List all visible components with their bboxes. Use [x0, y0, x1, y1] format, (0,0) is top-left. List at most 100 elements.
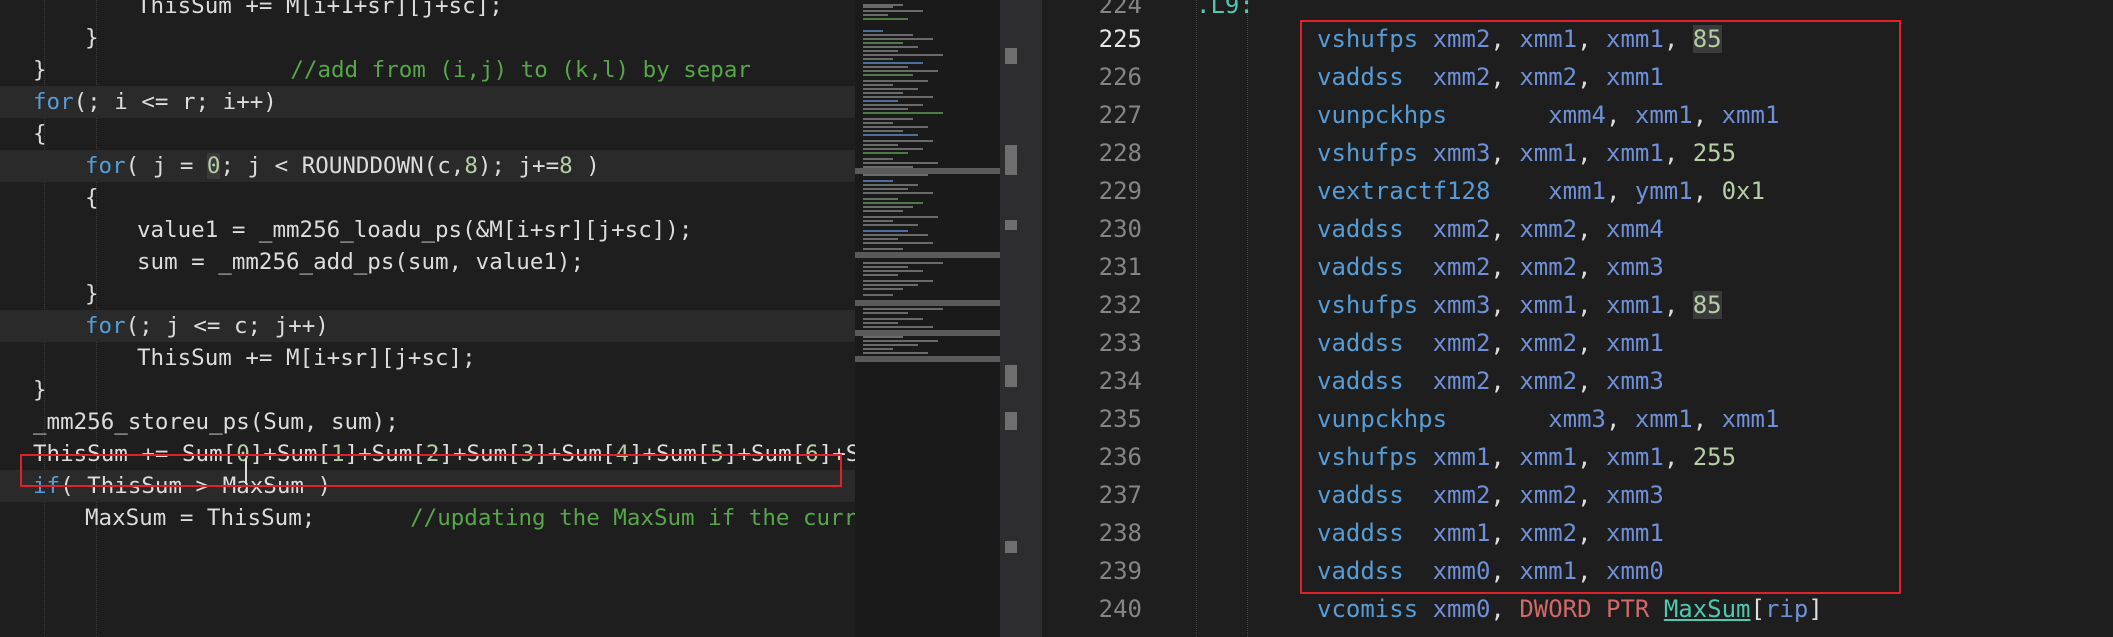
minimap-line [863, 230, 908, 232]
scrollbar-marker[interactable] [1005, 365, 1017, 387]
minimap-line [863, 54, 943, 56]
scrollbar-thumb[interactable] [1005, 145, 1017, 175]
line-number: 233 [1098, 329, 1142, 357]
minimap-line [863, 6, 893, 8]
line-number: 239 [1098, 557, 1142, 585]
minimap-line [863, 38, 933, 40]
minimap-line [863, 50, 898, 52]
line-number: 229 [1098, 177, 1142, 205]
code-token: for [85, 153, 126, 179]
asm-token: ] [1808, 595, 1823, 623]
source-line[interactable]: { [0, 182, 855, 214]
code-token: sum = _mm256_add_ps(sum, value1); [137, 249, 585, 275]
asm-label: .L9: [1196, 0, 1254, 19]
minimap-line [863, 206, 913, 208]
line-number: 227 [1098, 101, 1142, 129]
minimap-line [863, 162, 938, 164]
line-number: 231 [1098, 253, 1142, 281]
code-token: { [33, 121, 47, 147]
asm-token: xmm0 [1418, 595, 1491, 623]
minimap-line [863, 274, 898, 276]
minimap-line [863, 192, 933, 194]
minimap-line [863, 248, 903, 250]
code-token: } [85, 281, 99, 307]
minimap-line [863, 266, 908, 268]
minimap-highlight [855, 168, 1000, 174]
code-token: } [33, 57, 47, 83]
minimap-highlight [855, 300, 1000, 306]
source-line[interactable]: MaxSum = ThisSum; //updating the MaxSum … [0, 502, 855, 534]
minimap-line [863, 10, 923, 12]
source-line[interactable]: } [0, 278, 855, 310]
line-number: 236 [1098, 443, 1142, 471]
minimap-line [863, 30, 883, 32]
source-line[interactable]: for( j = 0; j < ROUNDDOWN(c,8); j+=8 ) [0, 150, 855, 182]
highlighted-source-line [20, 454, 842, 487]
minimap-line [863, 42, 903, 44]
minimap-line [863, 152, 908, 154]
minimap-line [863, 234, 928, 236]
minimap-line [863, 122, 893, 124]
source-editor[interactable]: ThisSum += M[i+1+sr][j+sc];}} //add from… [0, 0, 855, 637]
source-line[interactable]: for(; j <= c; j++) [0, 310, 855, 342]
minimap-line [863, 224, 918, 226]
minimap-line [863, 96, 933, 98]
text-caret [245, 458, 247, 484]
scrollbar-marker[interactable] [1005, 220, 1017, 230]
asm-token: rip [1764, 595, 1809, 623]
minimap-line [863, 104, 923, 106]
line-number: 225 [1098, 25, 1142, 53]
scrollbar-marker[interactable] [1005, 412, 1017, 430]
line-number: 240 [1098, 595, 1142, 623]
minimap-line [863, 344, 918, 346]
minimap-line [863, 210, 903, 212]
code-token: ; j < ROUNDDOWN(c, [220, 153, 465, 179]
minimap-line [863, 92, 903, 94]
minimap-line [863, 184, 918, 186]
code-token: ); j+= [477, 153, 560, 179]
minimap-line [863, 112, 943, 114]
minimap-line [863, 262, 943, 264]
minimap-line [863, 242, 933, 244]
code-token: 8 [559, 153, 573, 179]
minimap-line [863, 318, 923, 320]
code-token: ( j = [125, 153, 207, 179]
line-number: 228 [1098, 139, 1142, 167]
source-line[interactable]: ThisSum += M[i+1+sr][j+sc]; [0, 0, 855, 22]
scrollbar-marker[interactable] [1005, 541, 1017, 553]
source-line[interactable]: } [0, 22, 855, 54]
code-token: (; i <= r; i++) [73, 89, 277, 115]
minimap-line [863, 326, 933, 328]
source-line[interactable]: { [0, 118, 855, 150]
source-line[interactable]: } [0, 374, 855, 406]
scrollbar-marker[interactable] [1005, 48, 1017, 64]
minimap-line [863, 322, 898, 324]
source-line[interactable]: value1 = _mm256_loadu_ps(&M[i+sr][j+sc])… [0, 214, 855, 246]
code-token: for [85, 313, 126, 339]
source-line[interactable]: ThisSum += M[i+sr][j+sc]; [0, 342, 855, 374]
line-number: 237 [1098, 481, 1142, 509]
line-number: 238 [1098, 519, 1142, 547]
minimap-line [863, 46, 918, 48]
minimap-line [863, 216, 938, 218]
asm-token: DWORD PTR [1519, 595, 1664, 623]
source-line[interactable]: _mm256_storeu_ps(Sum, sum); [0, 406, 855, 438]
code-minimap[interactable] [855, 0, 1000, 637]
source-line[interactable]: for(; i <= r; i++) [0, 86, 855, 118]
asm-line[interactable]: vcomiss xmm0, DWORD PTR MaxSum[rip] [1317, 590, 2113, 628]
code-token: value1 = _mm256_loadu_ps(&M[i+sr][j+sc])… [137, 217, 693, 243]
minimap-line [863, 58, 893, 60]
minimap-line [863, 88, 918, 90]
code-token: ThisSum += M[i+sr][j+sc]; [137, 345, 476, 371]
code-token: 0 [206, 153, 221, 179]
source-line[interactable]: sum = _mm256_add_ps(sum, value1); [0, 246, 855, 278]
minimap-line [863, 80, 928, 82]
minimap-line [863, 14, 888, 16]
source-line[interactable]: } //add from (i,j) to (k,l) by separ [0, 54, 855, 86]
code-token: for [33, 89, 74, 115]
line-number: 234 [1098, 367, 1142, 395]
code-token: ) [572, 153, 600, 179]
minimap-line [863, 352, 928, 354]
minimap-highlight [855, 356, 1000, 362]
asm-token: , [1490, 595, 1520, 623]
